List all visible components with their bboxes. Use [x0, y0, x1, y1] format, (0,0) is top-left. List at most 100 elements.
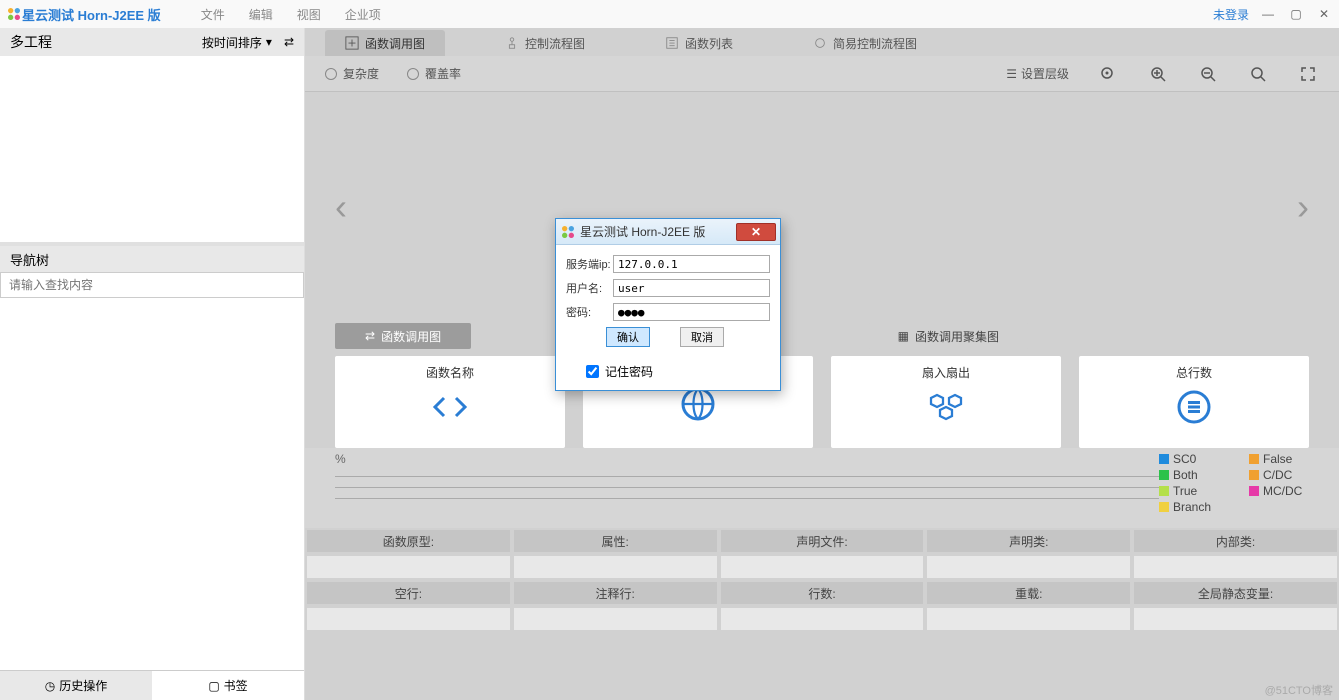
zoom-out-button[interactable] — [1197, 63, 1219, 85]
graph-canvas[interactable]: ‹ › — [305, 92, 1339, 322]
set-level-button[interactable]: ☰ 设置层级 — [1006, 65, 1069, 82]
tab-bookmark-label: 书签 — [224, 677, 248, 694]
swatch-icon — [1159, 454, 1169, 464]
remember-password[interactable]: 记住密码 — [566, 363, 770, 380]
field-username: 用户名: — [566, 279, 770, 297]
tab-call-graph[interactable]: 函数调用图 — [325, 30, 445, 56]
hline — [335, 476, 1159, 477]
legend-sc0-label: SC0 — [1173, 452, 1196, 466]
set-level-label: 设置层级 — [1021, 65, 1069, 82]
nav-search-input[interactable] — [1, 273, 303, 297]
zoom-to-fit-button[interactable] — [1097, 63, 1119, 85]
bookmark-icon: ▢ — [208, 679, 219, 693]
stab-call-graph[interactable]: ⇄ 函数调用图 — [335, 323, 471, 349]
cluster-icon: ▦ — [898, 329, 909, 343]
menu-view[interactable]: 视图 — [297, 6, 321, 23]
tab-func-list[interactable]: 函数列表 — [645, 30, 753, 56]
next-button[interactable]: › — [1297, 186, 1309, 228]
menu-file[interactable]: 文件 — [201, 6, 225, 23]
value-cell — [1134, 608, 1337, 630]
label-lines: 行数: — [721, 582, 924, 604]
radio-coverage[interactable]: 覆盖率 — [407, 65, 461, 82]
value-cell — [307, 608, 510, 630]
tab-bookmark[interactable]: ▢ 书签 — [152, 671, 304, 700]
multi-project-label: 多工程 — [10, 32, 52, 52]
sort-dropdown[interactable]: 按时间排序 ▾ ⇄ — [202, 34, 294, 51]
nav-tree-header: 导航树 — [0, 246, 304, 272]
legend-branch: Branch — [1159, 500, 1239, 514]
radio-icon — [325, 68, 337, 80]
dialog-close-button[interactable]: ✕ — [736, 223, 776, 241]
swatch-icon — [1249, 486, 1259, 496]
label-overload: 重载: — [927, 582, 1130, 604]
card-func-name[interactable]: 函数名称 — [335, 356, 565, 448]
remember-checkbox[interactable] — [586, 365, 599, 378]
value-cell — [1134, 556, 1337, 578]
card-fan-title: 扇入扇出 — [922, 364, 970, 381]
legend-both-label: Both — [1173, 468, 1198, 482]
label-decl-file: 声明文件: — [721, 530, 924, 552]
radio-icon — [407, 68, 419, 80]
dialog-titlebar[interactable]: 星云测试 Horn-J2EE 版 ✕ — [556, 219, 780, 245]
password-label: 密码: — [566, 304, 613, 320]
search-button[interactable] — [1247, 63, 1269, 85]
menu-edit[interactable]: 编辑 — [249, 6, 273, 23]
card-func-name-title: 函数名称 — [426, 364, 474, 381]
legend-both: Both — [1159, 468, 1239, 482]
tab-simple-flow[interactable]: 简易控制流程图 — [793, 30, 937, 56]
tab-control-flow[interactable]: 控制流程图 — [485, 30, 605, 56]
field-password: 密码: — [566, 303, 770, 321]
layers-icon: ☰ — [1006, 67, 1017, 81]
value-cell — [927, 556, 1130, 578]
list-circle-icon — [1174, 387, 1214, 427]
fullscreen-icon — [1300, 66, 1316, 82]
zoom-in-button[interactable] — [1147, 63, 1169, 85]
prev-button[interactable]: ‹ — [335, 186, 347, 228]
radio-complexity[interactable]: 复杂度 — [325, 65, 379, 82]
hline — [335, 498, 1159, 499]
card-fan[interactable]: 扇入扇出 — [831, 356, 1061, 448]
password-input[interactable] — [613, 303, 770, 321]
username-input[interactable] — [613, 279, 770, 297]
titlebar: 星云测试 Horn-J2EE 版 文件 编辑 视图 企业项 未登录 — ▢ ✕ — [0, 0, 1339, 28]
swatch-icon — [1249, 454, 1259, 464]
fullscreen-button[interactable] — [1297, 63, 1319, 85]
close-button[interactable]: ✕ — [1315, 5, 1333, 23]
label-global-static: 全局静态变量: — [1134, 582, 1337, 604]
stab-call-graph-label: 函数调用图 — [381, 328, 441, 345]
tab-func-list-label: 函数列表 — [685, 35, 733, 52]
server-ip-input[interactable] — [613, 255, 770, 273]
value-cell — [721, 608, 924, 630]
cancel-button[interactable]: 取消 — [680, 327, 724, 347]
tab-history[interactable]: ◷ 历史操作 — [0, 671, 152, 700]
radio-complexity-label: 复杂度 — [343, 65, 379, 82]
label-comment-lines: 注释行: — [514, 582, 717, 604]
legend-sc0: SC0 — [1159, 452, 1239, 466]
menu-enterprise[interactable]: 企业项 — [345, 6, 381, 23]
value-cell — [514, 608, 717, 630]
sort-label: 按时间排序 — [202, 34, 262, 51]
ok-button[interactable]: 确认 — [606, 327, 650, 347]
secondary-tabs: ⇄ 函数调用图 ▦ 函数调用聚集图 — [305, 322, 1339, 350]
swatch-icon — [1159, 502, 1169, 512]
legend-true-label: True — [1173, 484, 1197, 498]
value-cell — [514, 556, 717, 578]
sidebar-bottom-tabs: ◷ 历史操作 ▢ 书签 — [0, 670, 304, 700]
percent-area: % — [335, 452, 1159, 528]
minimize-button[interactable]: — — [1259, 5, 1277, 23]
clock-icon: ◷ — [45, 679, 55, 693]
info-row-2: 空行: 注释行: 行数: 重载: 全局静态变量: — [305, 580, 1339, 606]
card-lines-title: 总行数 — [1176, 364, 1212, 381]
search-icon — [1250, 66, 1266, 82]
field-server-ip: 服务端ip: — [566, 255, 770, 273]
percent-symbol: % — [335, 452, 1159, 466]
login-status[interactable]: 未登录 — [1213, 6, 1249, 23]
transfer-icon[interactable]: ⇄ — [284, 35, 294, 49]
card-lines[interactable]: 总行数 — [1079, 356, 1309, 448]
maximize-button[interactable]: ▢ — [1287, 5, 1305, 23]
label-blank-lines: 空行: — [307, 582, 510, 604]
legend-false: False — [1249, 452, 1329, 466]
info-row-1-values — [305, 554, 1339, 580]
nav-search[interactable] — [0, 272, 304, 298]
stab-cluster-graph[interactable]: ▦ 函数调用聚集图 — [868, 323, 1029, 349]
